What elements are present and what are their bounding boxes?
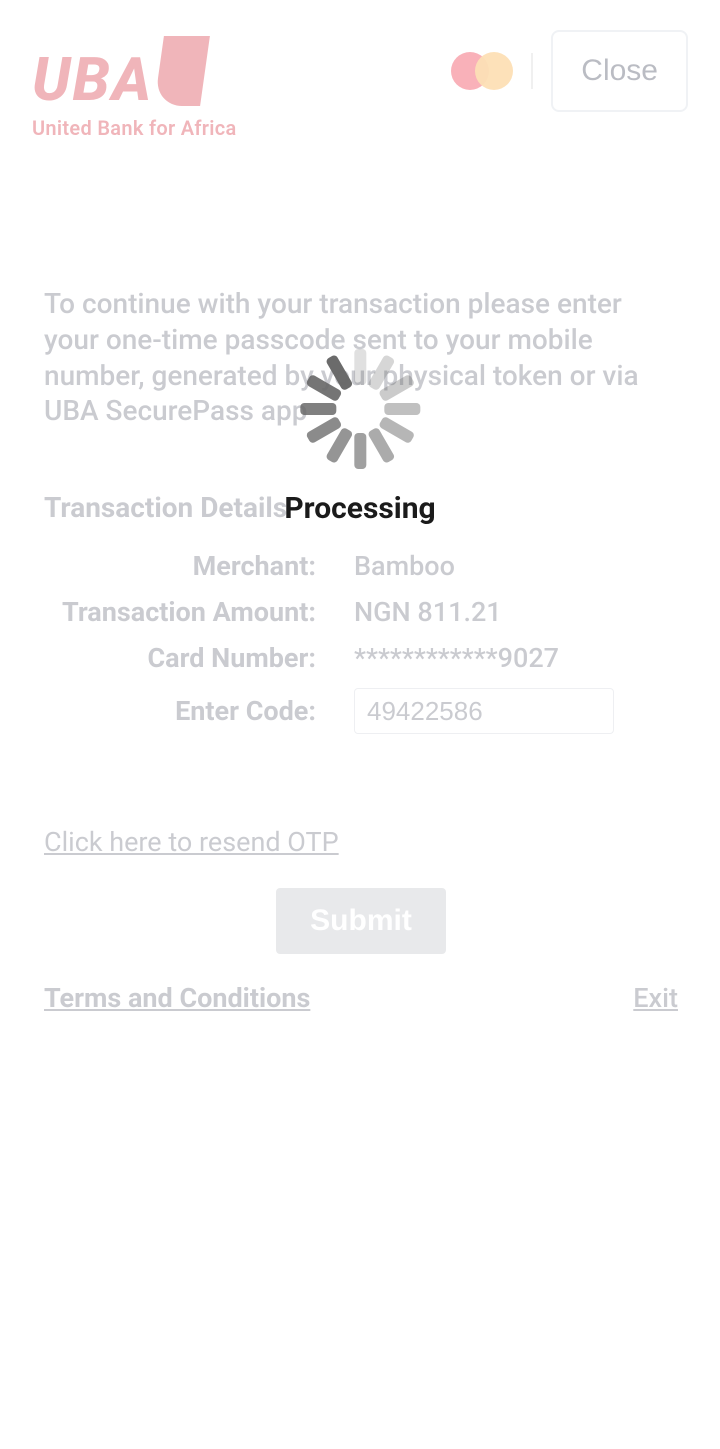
exit-link[interactable]: Exit <box>633 982 678 1014</box>
spinner-icon <box>296 345 424 473</box>
card-label: Card Number: <box>44 642 354 674</box>
card-value: ************9027 <box>354 642 559 674</box>
bank-tagline: United Bank for Africa <box>32 116 237 140</box>
bank-logo-mark <box>154 36 210 106</box>
amount-label: Transaction Amount: <box>44 596 354 628</box>
transaction-details: Merchant: Bamboo Transaction Amount: NGN… <box>44 550 678 734</box>
close-button[interactable]: Close <box>551 30 688 112</box>
merchant-value: Bamboo <box>354 550 455 582</box>
bank-logo: UBA United Bank for Africa <box>32 16 237 140</box>
merchant-label: Merchant: <box>44 550 354 582</box>
mastercard-icon <box>451 51 513 91</box>
merchant-row: Merchant: Bamboo <box>44 550 678 582</box>
resend-otp-link[interactable]: Click here to resend OTP <box>44 826 339 858</box>
divider <box>531 53 533 89</box>
submit-button[interactable]: Submit <box>276 888 446 954</box>
terms-link[interactable]: Terms and Conditions <box>44 982 310 1014</box>
amount-row: Transaction Amount: NGN 811.21 <box>44 596 678 628</box>
card-row: Card Number: ************9027 <box>44 642 678 674</box>
processing-label: Processing <box>284 491 435 526</box>
code-label: Enter Code: <box>44 695 354 727</box>
otp-input[interactable] <box>354 688 614 734</box>
processing-overlay: Processing <box>284 345 435 526</box>
bank-logo-text: UBA <box>32 50 153 110</box>
code-row: Enter Code: <box>44 688 678 734</box>
amount-value: NGN 811.21 <box>354 596 502 628</box>
